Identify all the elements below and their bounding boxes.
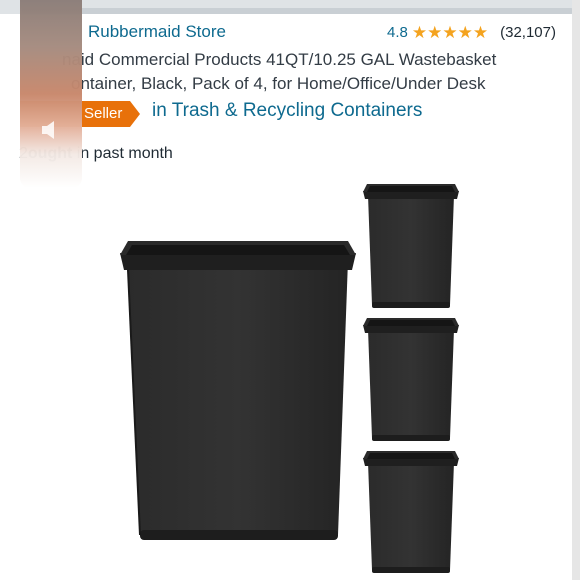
product-page: Rubbermaid Store 4.8 ★ ★ ★ ★ ★ (32,107) … <box>0 0 580 580</box>
volume-icon[interactable] <box>38 117 64 143</box>
star-half-icon: ★ <box>472 23 489 42</box>
star-icon: ★ <box>427 23 443 42</box>
small-wastebasket-1 <box>363 184 459 308</box>
rating-value: 4.8 <box>387 24 408 41</box>
store-link[interactable]: Rubbermaid Store <box>88 22 226 42</box>
volume-overlay <box>20 0 82 188</box>
top-strip <box>0 0 580 14</box>
star-icon: ★ <box>411 23 428 42</box>
star-icon: ★ <box>442 23 458 42</box>
product-title-line-1: naid Commercial Products 41QT/10.25 GAL … <box>62 50 497 69</box>
product-image[interactable] <box>0 175 580 580</box>
small-wastebasket-2 <box>363 318 459 441</box>
bought-suffix: in past month <box>72 145 173 162</box>
star-icon: ★ <box>457 23 473 42</box>
top-strip-bar <box>22 8 574 14</box>
product-title-line-2: ontainer, Black, Pack of 4, for Home/Off… <box>71 74 486 93</box>
large-wastebasket <box>120 241 356 540</box>
badge-tip <box>130 101 141 127</box>
rating-count: (32,107) <box>500 24 556 41</box>
rating-stars: ★ ★ ★ ★ ★ <box>412 24 488 41</box>
category-link[interactable]: in Trash & Recycling Containers <box>152 100 422 122</box>
small-wastebasket-3 <box>363 451 459 573</box>
rating[interactable]: 4.8 ★ ★ ★ ★ ★ (32,107) <box>387 24 556 41</box>
